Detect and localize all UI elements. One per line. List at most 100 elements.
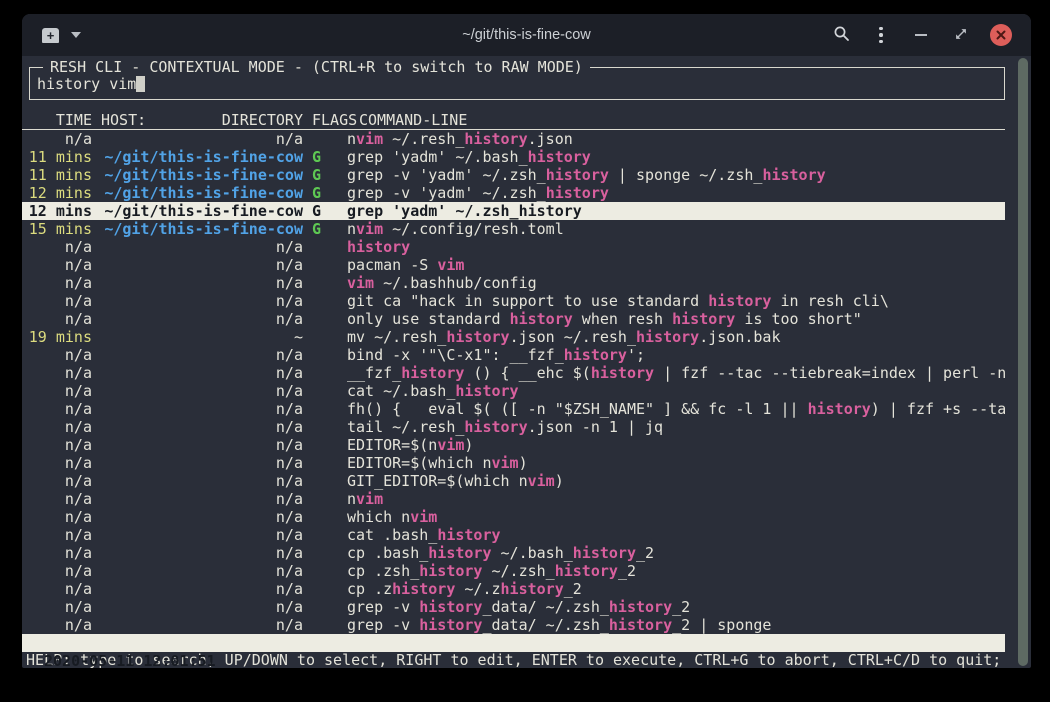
terminal-dropdown-button[interactable] [71,32,81,38]
row-command: cp .zhistory ~/.zhistory_2 [347,580,1005,598]
table-row[interactable]: n/a n/a cp .zsh_history ~/.zsh_history_2 [22,562,1005,580]
menu-kebab-icon [879,27,883,44]
table-row[interactable]: n/an/apacman -S vim [22,256,1005,274]
table-row[interactable]: n/an/aGIT_EDITOR=$(which nvim) [22,472,1005,490]
table-row[interactable]: n/an/afh() { eval $( ([ -n "$ZSH_NAME" ]… [22,400,1005,418]
row-command: mv ~/.resh_history.json ~/.resh_history.… [347,328,1005,346]
row-directory: ~/git/this-is-fine-cow [101,148,303,166]
table-row[interactable]: 11 mins~/git/this-is-fine-cowGgrep -v 'y… [22,166,1005,184]
table-header: TIME HOST:DIRECTORY FLAGS COMMAND-LINE [22,112,1005,130]
table-row[interactable]: n/an/acp .zhistory ~/.zhistory_2 [22,580,1005,598]
row-flags [312,238,321,256]
search-button[interactable] [829,23,853,47]
table-row[interactable]: n/an/a__fzf_history () { __ehc $(history… [22,364,1005,382]
resh-search-box[interactable]: RESH CLI - CONTEXTUAL MODE - (CTRL+R to … [29,67,1005,100]
row-directory: n/a [101,544,303,562]
row-command: grep 'yadm' ~/.bash_history [347,148,1005,166]
row-time: n/a [26,436,92,454]
row-flags [312,454,321,472]
table-row[interactable]: n/an/ahistory [22,238,1005,256]
row-flags: G [312,166,321,184]
row-directory: n/a [101,130,303,148]
row-time: 12 mins [26,184,92,202]
minimize-icon [915,34,927,36]
row-command: tail ~/.resh_history.json -n 1 | jq [347,418,1005,436]
titlebar: + ~/git/this-is-fine-cow [22,14,1031,56]
scrollbar[interactable] [1018,58,1028,666]
table-row[interactable]: n/an/agit ca "hack in support to use sta… [22,292,1005,310]
row-directory: n/a [101,598,303,616]
row-command: grep -v 'yadm' ~/.zsh_history | sponge ~… [347,166,1005,184]
search-query-input[interactable]: history vim [37,75,136,93]
row-command: which nvim [347,508,1005,526]
row-flags [312,274,321,292]
restore-button[interactable] [949,23,973,47]
row-flags [312,580,321,598]
row-flags [312,292,321,310]
row-time: n/a [26,490,92,508]
table-row[interactable]: n/an/acp .bash_history ~/.bash_history_2 [22,544,1005,562]
table-row[interactable]: n/an/acat .bash_history [22,526,1005,544]
minimize-button[interactable] [909,23,933,47]
table-row[interactable]: n/an/abind -x '"\C-x1": __fzf_history'; [22,346,1005,364]
table-row[interactable]: 12 mins~/git/this-is-fine-cowGgrep 'yadm… [22,202,1005,220]
row-time: n/a [26,454,92,472]
table-row[interactable]: 11 mins~/git/this-is-fine-cowGgrep 'yadm… [22,148,1005,166]
row-directory: n/a [101,436,303,454]
row-directory: n/a [101,562,303,580]
row-time: n/a [26,256,92,274]
close-button[interactable] [989,23,1013,47]
column-flags: FLAGS [312,112,359,129]
row-flags [312,508,321,526]
row-time: n/a [26,346,92,364]
row-directory: n/a [101,454,303,472]
table-row[interactable]: n/an/avim ~/.bashhub/config [22,274,1005,292]
status-timestamp: 2020-05-11 12:01:51 [44,652,216,668]
column-host: HOST: [101,112,146,129]
row-command: vim ~/.bashhub/config [347,274,1005,292]
row-flags [312,562,321,580]
row-flags [312,310,321,328]
column-directory: DIRECTORY [222,112,303,129]
row-directory: n/a [101,400,303,418]
table-row[interactable]: 19 mins~mv ~/.resh_history.json ~/.resh_… [22,328,1005,346]
new-terminal-button[interactable]: + [42,28,59,43]
row-time: n/a [26,472,92,490]
table-row[interactable]: 12 mins~/git/this-is-fine-cowGgrep -v 'y… [22,184,1005,202]
table-row[interactable]: 15 mins~/git/this-is-fine-cowGnvim ~/.co… [22,220,1005,238]
table-row[interactable]: n/an/agrep -v history_data/ ~/.zsh_histo… [22,616,1005,634]
row-flags [312,256,321,274]
row-time: n/a [26,274,92,292]
table-row[interactable]: n/an/awhich nvim [22,508,1005,526]
row-flags [312,130,321,148]
table-row[interactable]: n/an/anvim ~/.resh_history.json [22,130,1005,148]
table-row[interactable]: n/a n/a EDITOR=$(which nvim) [22,454,1005,472]
row-command: cp .zsh_history ~/.zsh_history_2 [347,562,1005,580]
menu-button[interactable] [869,23,893,47]
table-row[interactable]: n/an/aonly use standard history when res… [22,310,1005,328]
table-row[interactable]: n/an/agrep -v history_data/ ~/.zsh_histo… [22,598,1005,616]
row-command: pacman -S vim [347,256,1005,274]
row-flags [312,544,321,562]
row-command: grep 'yadm' ~/.zsh_history [347,202,1005,220]
row-time: n/a [26,562,92,580]
row-directory: ~/git/this-is-fine-cow [101,202,303,220]
row-command: EDITOR=$(which nvim) [347,454,1005,472]
row-flags [312,436,321,454]
table-row[interactable]: n/an/acat ~/.bash_history [22,382,1005,400]
row-directory: n/a [101,292,303,310]
history-table: TIME HOST:DIRECTORY FLAGS COMMAND-LINE n… [22,112,1031,634]
table-row[interactable]: n/an/anvim [22,490,1005,508]
table-row[interactable]: n/a n/a tail ~/.resh_history.json -n 1 | j… [22,418,1005,436]
row-time: n/a [26,418,92,436]
row-time: 15 mins [26,220,92,238]
row-flags [312,490,321,508]
table-row[interactable]: n/an/aEDITOR=$(nvim) [22,436,1005,454]
row-command: cat .bash_history [347,526,1005,544]
row-command: git ca "hack in support to use standard … [347,292,1005,310]
row-directory: n/a [101,472,303,490]
row-command: only use standard history when resh hist… [347,310,1005,328]
row-command: cp .bash_history ~/.bash_history_2 [347,544,1005,562]
row-directory: ~ [101,328,303,346]
row-directory: n/a [101,418,303,436]
